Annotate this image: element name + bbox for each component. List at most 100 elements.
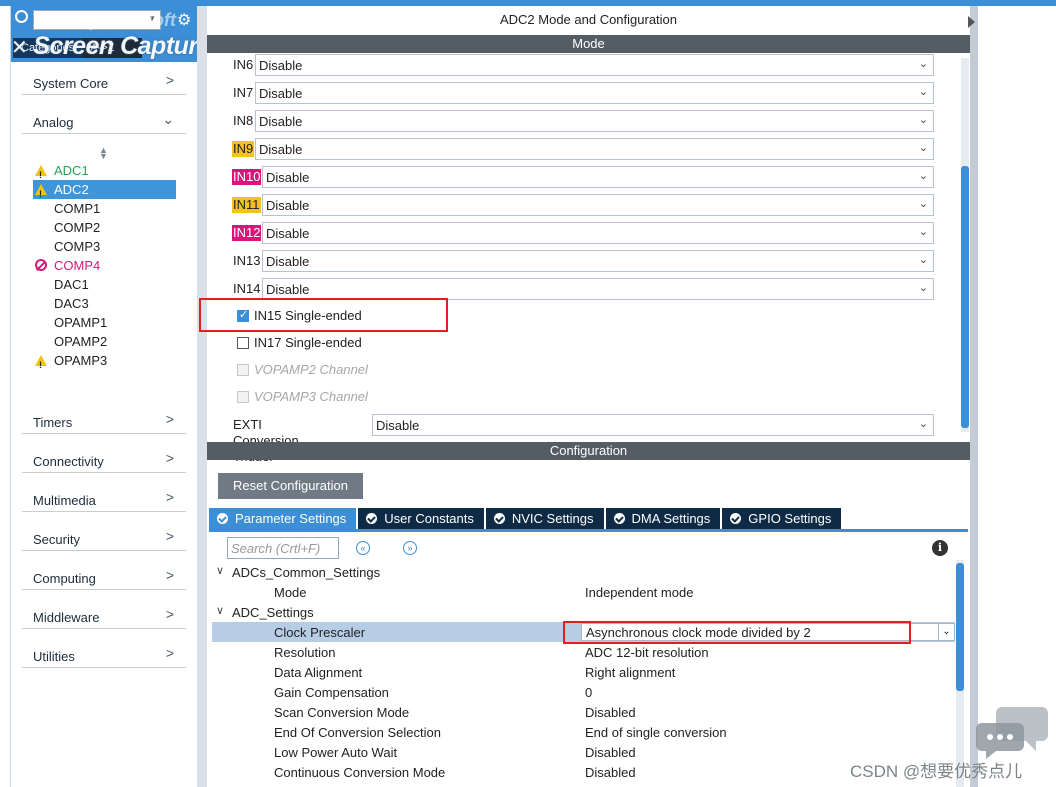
analog-item-dac1[interactable]: DAC1 [33,275,176,294]
param-value: ADC 12-bit resolution [585,645,709,660]
channel-select[interactable]: Disable ⌄ [255,110,934,132]
analog-item-opamp2[interactable]: OPAMP2 [33,332,176,351]
previous-icon[interactable]: « [356,541,370,555]
category-analog[interactable]: Analog ⌄ [22,108,186,134]
csdn-watermark: CSDN @想要优秀点儿 [850,762,1023,781]
tab-label: NVIC Settings [511,511,594,526]
chevron-right-icon: > [165,528,174,544]
channel-select[interactable]: Disable ⌄ [255,138,934,160]
category-timers[interactable]: Timers > [22,408,186,434]
channel-label: IN6 [233,57,254,72]
channel-value: Disable [266,198,310,213]
exti-select[interactable]: Disable ⌄ [372,414,934,436]
param-value: 0 [585,685,593,700]
tab-user-constants[interactable]: User Constants [358,508,484,529]
tab-parameter-settings[interactable]: Parameter Settings [209,508,357,529]
channel-value: Disable [266,170,310,185]
param-row-low-power-auto-wait[interactable]: Low Power Auto Wait Disabled [212,742,955,762]
analog-item-dac3[interactable]: DAC3 [33,294,176,313]
channel-select[interactable]: Disable ⌄ [262,194,934,216]
analog-item-comp2[interactable]: COMP2 [33,218,176,237]
channel-label: IN8 [233,113,254,128]
configuration-section-bar[interactable]: Configuration [207,442,970,460]
check-circle-icon [613,513,625,524]
chevron-down-icon: ⌄ [918,170,928,182]
category-computing[interactable]: Computing > [22,564,186,590]
channel-value: Disable [259,114,303,129]
channel-label: IN14 [233,281,261,296]
param-row-scan-conversion[interactable]: Scan Conversion Mode Disabled [212,702,955,722]
param-row-continuous-conversion[interactable]: Continuous Conversion Mode Disabled [212,762,955,782]
checkbox-label: VOPAMP2 Channel [254,362,368,377]
analog-item-adc2[interactable]: ADC2 [33,180,176,204]
param-row-resolution[interactable]: Resolution ADC 12-bit resolution [212,642,955,662]
group-row-adc-settings[interactable]: ∨ ADC_Settings [212,602,955,622]
item-label: OPAMP3 [54,353,108,368]
next-icon[interactable]: » [403,541,417,555]
chevron-down-icon: ∨ [216,605,225,617]
checkbox[interactable] [237,337,249,349]
category-utilities[interactable]: Utilities > [22,642,186,668]
channel-select[interactable]: Disable ⌄ [255,54,934,76]
param-row-data-alignment[interactable]: Data Alignment Right alignment [212,662,955,682]
gear-icon[interactable]: ⚙ [177,10,191,30]
analog-item-comp1[interactable]: COMP1 [33,199,176,218]
channel-value: Disable [266,226,310,241]
category-system-core[interactable]: System Core > [22,69,186,95]
analog-item-adc1[interactable]: ADC1 [33,161,176,185]
watermark-top: Apowersoft [77,10,176,30]
category-connectivity[interactable]: Connectivity > [22,447,186,473]
mode-section-bar[interactable]: Mode [207,35,970,53]
param-key: End Of Conversion Selection [274,725,441,740]
right-blank-area [978,6,1056,787]
tab-label: Parameter Settings [235,511,347,526]
collapse-arrow-icon[interactable] [968,16,975,28]
param-row-gain-compensation[interactable]: Gain Compensation 0 [212,682,955,702]
mode-scrollbar-thumb[interactable] [961,166,969,428]
tab-dma-settings[interactable]: DMA Settings [605,508,721,529]
parameter-search-input[interactable]: Search (Crtl+F) [227,537,339,559]
param-key: Scan Conversion Mode [274,705,410,720]
param-value: Disabled [585,705,636,720]
category-label: Computing [33,571,96,586]
tab-underline [209,529,968,532]
category-security[interactable]: Security > [22,525,186,551]
channel-select[interactable]: Disable ⌄ [262,222,934,244]
tab-nvic-settings[interactable]: NVIC Settings [485,508,604,529]
analog-item-comp3[interactable]: COMP3 [33,237,176,256]
sort-icon[interactable]: ▲ ▼ [99,146,108,161]
item-label: COMP4 [54,258,101,273]
reset-configuration-button[interactable]: Reset Configuration [218,473,363,499]
category-middleware[interactable]: Middleware > [22,603,186,629]
channel-select[interactable]: Disable ⌄ [262,250,934,272]
analog-item-opamp1[interactable]: OPAMP1 [33,313,176,332]
channel-label: IN12 [232,225,262,241]
channel-select[interactable]: Disable ⌄ [262,166,934,188]
highlight-box [563,621,911,644]
param-row-mode[interactable]: Mode Independent mode [212,582,955,602]
chevron-down-icon: ∨ [216,565,225,577]
warning-icon [35,165,47,185]
chevron-down-icon: ⌄ [918,226,928,238]
analog-item-comp4[interactable]: COMP4 [33,256,176,275]
chevron-down-icon: ⌄ [918,282,928,294]
channel-label: IN10 [232,169,262,185]
analog-item-opamp3[interactable]: OPAMP3 [33,351,176,375]
category-label: Multimedia [33,493,96,508]
item-label: OPAMP1 [54,315,108,330]
category-label: Middleware [33,610,100,625]
category-multimedia[interactable]: Multimedia > [22,486,186,512]
config-scrollbar-thumb[interactable] [956,563,964,691]
channel-select[interactable]: Disable ⌄ [255,82,934,104]
tab-gpio-settings[interactable]: GPIO Settings [722,508,842,529]
info-icon[interactable]: i [932,540,948,556]
channel-value: Disable [266,254,310,269]
item-label: DAC1 [54,277,89,292]
panel-splitter[interactable] [197,6,207,787]
chevron-down-icon: ⌄ [918,86,928,98]
group-row-adcs-common[interactable]: ∨ ADCs_Common_Settings [212,562,955,582]
chevron-down-icon: ⌄ [918,142,928,154]
param-row-end-of-conversion[interactable]: End Of Conversion Selection End of single… [212,722,955,742]
channel-label: IN7 [233,85,254,100]
channel-select[interactable]: Disable ⌄ [262,278,934,300]
